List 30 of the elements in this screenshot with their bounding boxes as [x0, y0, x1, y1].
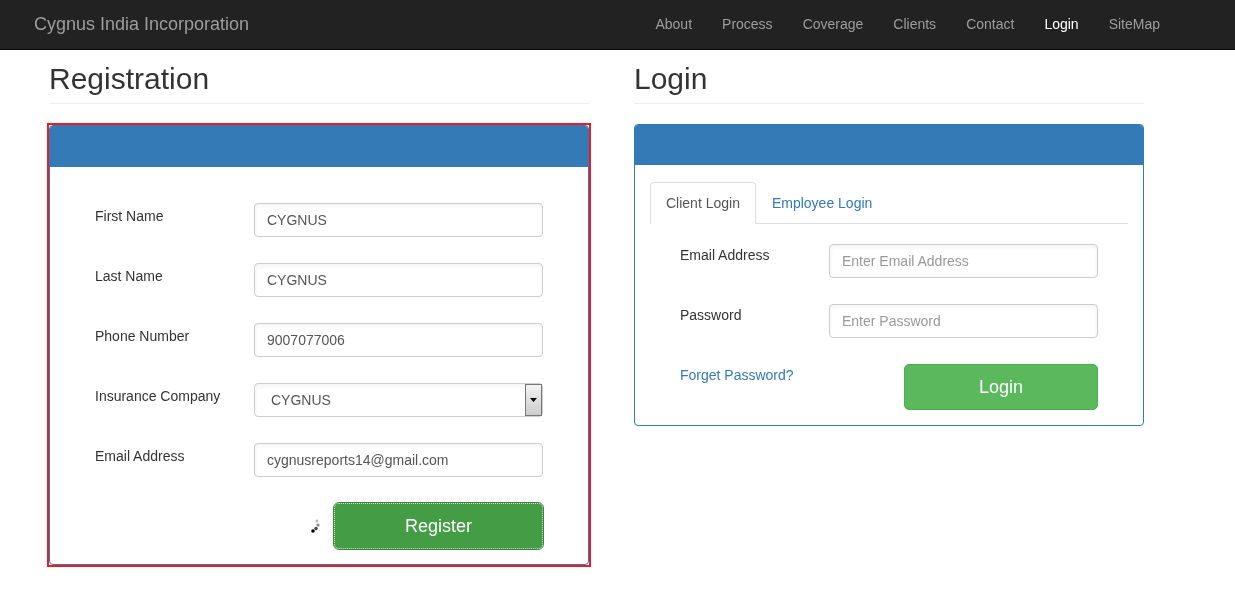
nav-link[interactable]: SiteMap	[1093, 14, 1175, 35]
tab[interactable]: Client Login	[650, 182, 756, 224]
nav-link[interactable]: Contact	[951, 14, 1030, 35]
tab[interactable]: Employee Login	[755, 182, 889, 223]
register-button[interactable]: Register	[334, 503, 543, 549]
field-label: Phone Number	[95, 327, 191, 346]
field-label: First Name	[95, 207, 165, 226]
text-field[interactable]: Enter Password	[829, 304, 1098, 338]
forgot-password-link[interactable]: Forget Password?	[680, 364, 794, 386]
field-label: Email Address	[95, 447, 186, 466]
nav-link[interactable]: About	[640, 14, 708, 35]
caret-icon	[530, 398, 537, 402]
field-label: Password	[680, 306, 743, 325]
text-field[interactable]: CYGNUS	[254, 203, 543, 237]
brand-link[interactable]: Cygnus India Incorporation	[34, 11, 250, 38]
text-field[interactable]: 9007077006	[254, 323, 543, 357]
dropdown-button[interactable]	[525, 384, 542, 416]
field-label: Last Name	[95, 267, 164, 286]
page-heading: Registration	[49, 61, 589, 104]
field-label: Email Address	[680, 246, 771, 265]
nav-link[interactable]: Clients	[878, 14, 952, 35]
nav-link[interactable]: Coverage	[787, 14, 879, 35]
nav-link[interactable]: Process	[707, 14, 788, 35]
text-field[interactable]: CYGNUS	[254, 263, 543, 297]
text-field[interactable]: cygnusreports14@gmail.com	[254, 443, 543, 477]
text-field[interactable]: Enter Email Address	[829, 244, 1098, 278]
page-heading: Login	[634, 61, 1144, 104]
select-field[interactable]: CYGNUS	[254, 383, 543, 417]
field-label: Insurance Company	[95, 387, 222, 406]
nav-link[interactable]: Login	[1029, 14, 1094, 35]
